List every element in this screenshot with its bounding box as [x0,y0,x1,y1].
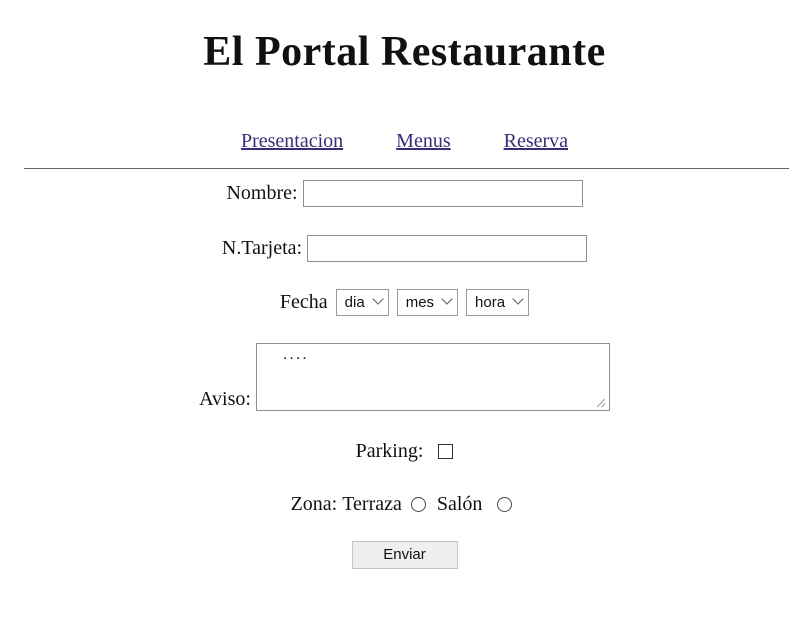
main-nav: Presentacion Menus Reserva [0,130,809,153]
dia-select-value: dia [344,294,365,311]
mes-select-value: mes [405,294,435,311]
aviso-row: Aviso: .... [0,343,809,411]
zona-label: Zona: [290,492,338,515]
aviso-label: Aviso: [199,388,251,410]
nav-link-presentacion[interactable]: Presentacion [241,130,343,152]
parking-row: Parking: [0,439,809,463]
nav-divider [24,168,789,169]
page-title: El Portal Restaurante [203,29,606,75]
mes-select[interactable]: mes [396,289,459,316]
chevron-down-icon [372,293,384,305]
aviso-textarea[interactable]: .... [255,343,610,411]
fecha-row: Fecha dia mes hora [0,289,809,316]
nav-link-reserva[interactable]: Reserva [504,130,568,152]
nombre-label: Nombre: [226,182,298,204]
fecha-label: Fecha [279,291,328,313]
aviso-textarea-value: .... [282,346,309,363]
tarjeta-input[interactable] [307,235,588,262]
enviar-button[interactable]: Enviar [351,541,458,569]
zona-salon-radio[interactable] [497,496,513,512]
zona-terraza-radio[interactable] [410,496,426,512]
dia-select[interactable]: dia [335,289,389,316]
nav-link-menus[interactable]: Menus [396,130,450,152]
parking-checkbox[interactable] [438,443,454,459]
resize-grip-icon[interactable] [596,399,605,407]
zona-option-salon-label: Salón [436,492,483,515]
nombre-input[interactable] [302,180,583,207]
parking-label: Parking: [355,439,424,462]
chevron-down-icon [441,293,453,305]
hora-select[interactable]: hora [466,289,530,316]
zona-option-terraza-label: Terraza [342,492,402,515]
tarjeta-label: N.Tarjeta: [221,237,303,259]
chevron-down-icon [512,293,524,305]
hora-select-value: hora [475,294,506,311]
zona-row: Zona: Terraza Salón [0,492,809,516]
nombre-row: Nombre: [0,180,809,207]
tarjeta-row: N.Tarjeta: [0,235,809,262]
submit-row: Enviar [0,541,809,569]
